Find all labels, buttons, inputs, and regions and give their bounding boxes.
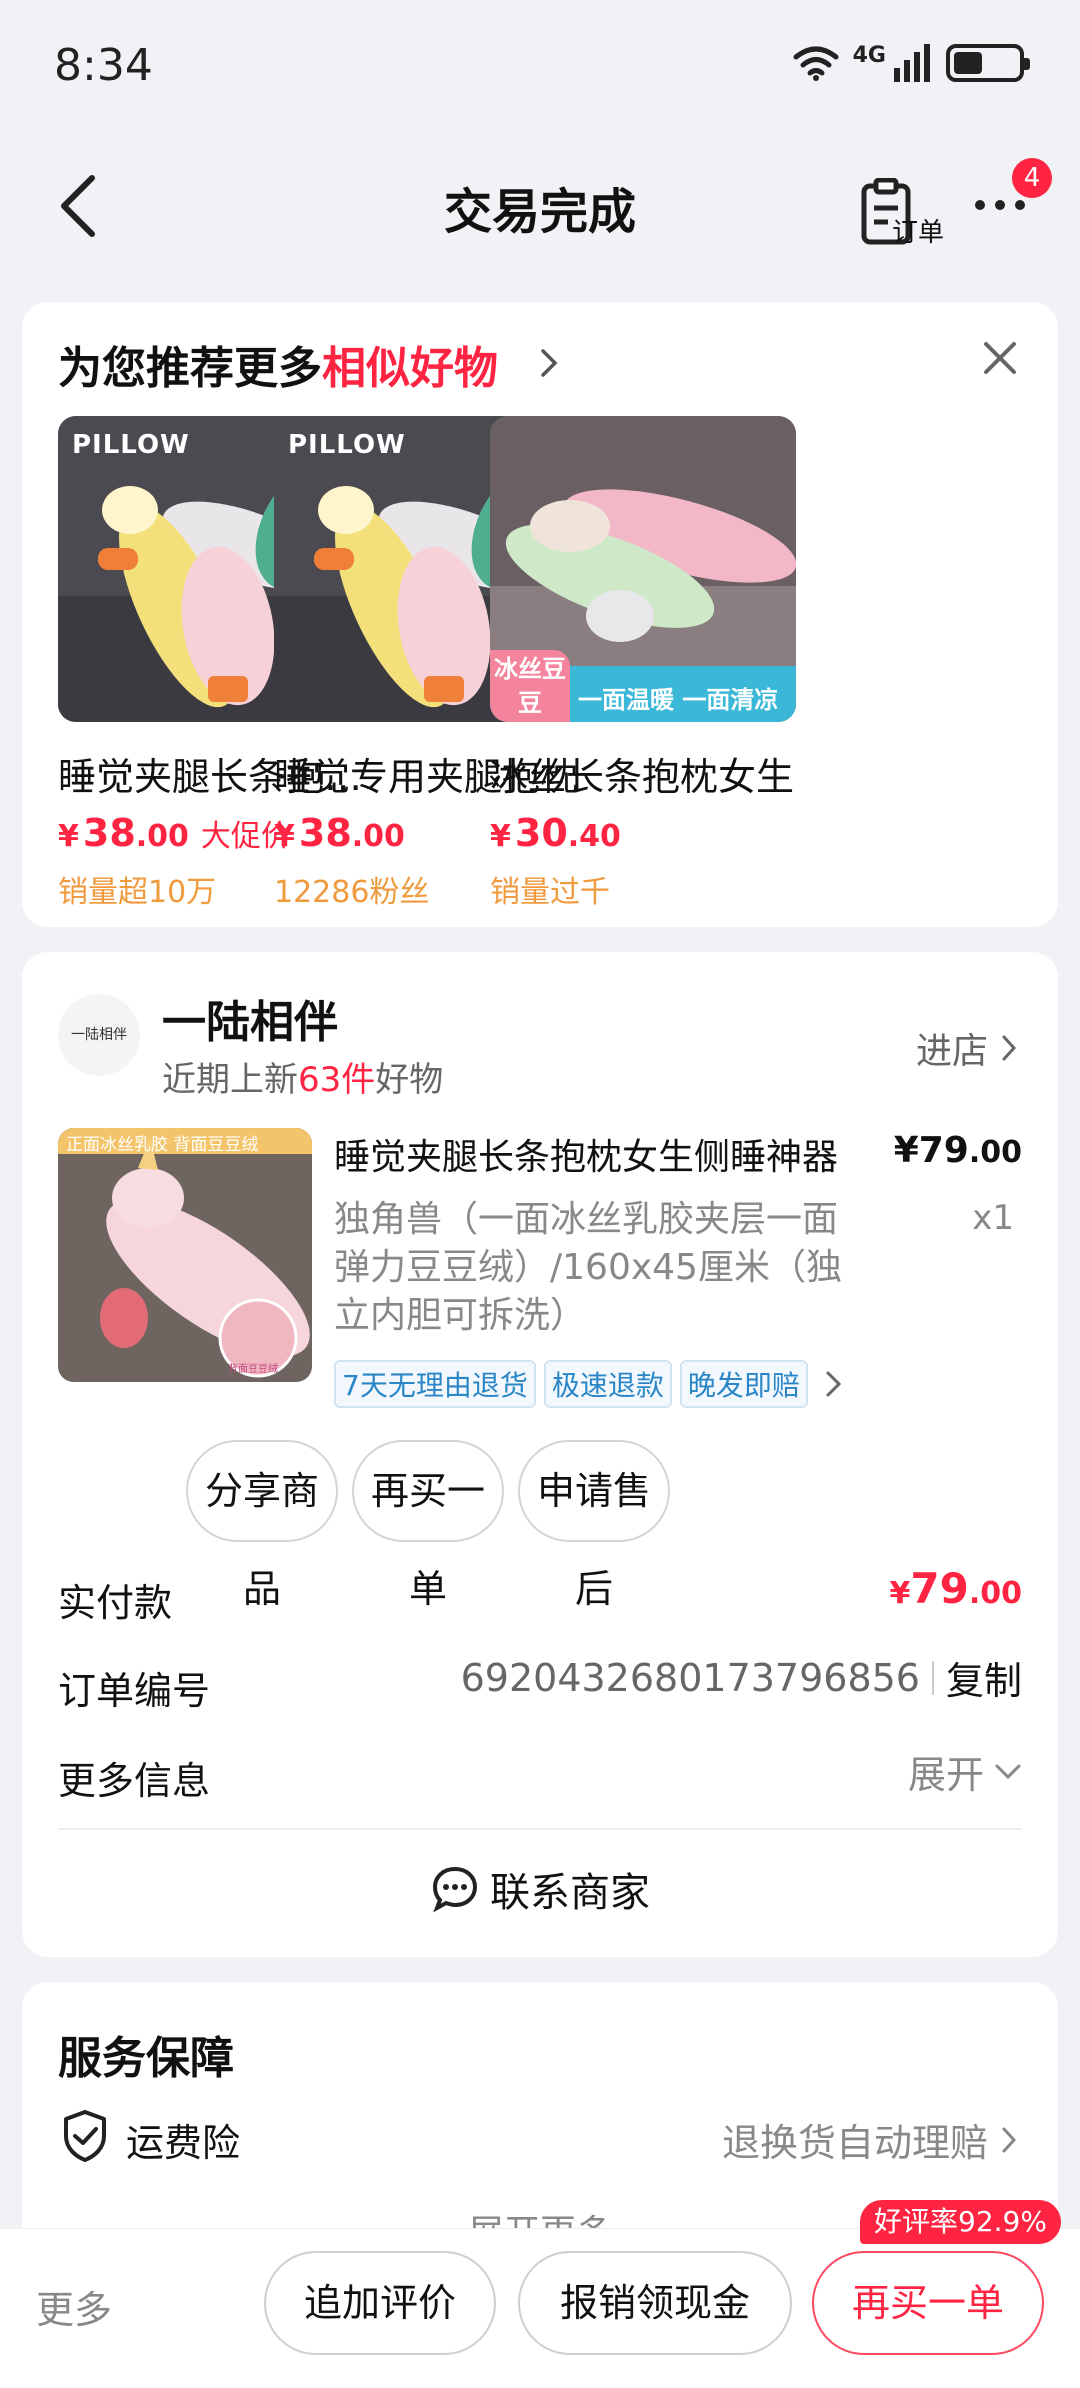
signal-icon — [894, 44, 930, 82]
auto-claim-link[interactable]: 退换货自动理赔 — [722, 2112, 1018, 2167]
chevron-right-icon[interactable] — [538, 346, 560, 380]
image-banner: 冰丝豆豆 一面温暖 一面清凉 — [490, 650, 796, 722]
shop-name[interactable]: 一陆相伴 — [162, 986, 338, 1050]
paid-dec: .00 — [968, 1576, 1022, 1611]
more-button[interactable]: 更多 — [36, 2279, 112, 2334]
recommend-product-3[interactable]: 冰丝豆豆 一面温暖 一面清凉 冰丝长条抱枕女生 ¥30.40 销量过千 — [490, 416, 796, 911]
after-sales-button[interactable]: 申请售后 — [518, 1440, 670, 1611]
chat-icon — [432, 1866, 478, 1913]
shop-sub-prefix: 近期上新 — [162, 1060, 298, 1100]
rating-badge: 好评率92.9% — [860, 2200, 1061, 2244]
enter-shop-button[interactable]: 进店 — [916, 1022, 1018, 1074]
recommend-title-highlight: 相似好物 — [322, 343, 498, 394]
service-title: 服务保障 — [58, 2033, 234, 2084]
image-banner-text: 一面温暖 一面清凉 — [578, 686, 779, 714]
buy-again-bottom-button[interactable]: 再买一单 — [812, 2251, 1044, 2355]
paid-label: 实付款 — [58, 1581, 173, 1625]
wifi-icon — [793, 46, 839, 81]
product-image[interactable]: 冰丝豆豆 一面温暖 一面清凉 — [490, 416, 796, 722]
status-bar: 8:34 4G — [0, 0, 1080, 130]
currency-symbol: ¥ — [274, 819, 295, 854]
shop-subtitle: 近期上新63件好物 — [162, 1052, 443, 1101]
chevron-down-icon — [995, 1764, 1021, 1779]
image-overlay-text: PILLOW — [288, 430, 406, 460]
order-item-spec: 独角兽（一面冰丝乳胶夹层一面弹力豆豆绒）/160x45厘米（独立内胆可拆洗） — [334, 1199, 842, 1336]
price-int: 38 — [82, 811, 136, 855]
image-badge: 冰丝豆豆 — [490, 650, 570, 722]
notification-badge: 4 — [1012, 158, 1052, 198]
product-sales: 销量过千 — [490, 875, 610, 910]
close-icon[interactable] — [980, 338, 1020, 378]
order-number-label: 订单编号 — [58, 1669, 211, 1713]
divider — [58, 1828, 1022, 1830]
price-int: 38 — [298, 811, 352, 855]
recommend-card: 为您推荐更多相似好物 PILLOW 睡觉夹腿长条抱枕女生侧睡神器 ¥38.00大… — [22, 302, 1058, 927]
contact-merchant-label: 联系商家 — [490, 1870, 650, 1916]
order-item-quantity: x1 — [972, 1198, 1014, 1238]
top-nav: 交易完成 订单 4 — [0, 150, 1080, 260]
order-number: 6920432680173796856 — [460, 1655, 920, 1700]
tag-return: 7天无理由退货 — [334, 1360, 536, 1408]
share-product-button[interactable]: 分享商品 — [186, 1440, 338, 1611]
product-price: ¥30.40 — [490, 811, 796, 855]
network-type: 4G — [852, 43, 886, 68]
price-dec: .00 — [135, 819, 189, 854]
order-label[interactable]: 订单 — [892, 212, 944, 249]
expand-label: 展开 — [907, 1753, 984, 1797]
reimburse-cash-button[interactable]: 报销领现金 — [518, 2251, 792, 2355]
status-time: 8:34 — [54, 40, 153, 91]
shipping-insurance-label: 运费险 — [126, 2121, 241, 2165]
order-item-price: ¥79.00 — [894, 1130, 1022, 1171]
item-price-dec: .00 — [968, 1135, 1022, 1170]
order-card: 一陆相伴 一陆相伴 近期上新63件好物 进店 正面冰丝乳胶 背面豆豆绒 背面豆豆… — [22, 952, 1058, 1957]
more-info-label: 更多信息 — [58, 1759, 211, 1803]
order-item-image[interactable]: 正面冰丝乳胶 背面豆豆绒 背面豆豆绒 — [58, 1128, 312, 1382]
paid-int: 79 — [910, 1564, 969, 1613]
shield-check-icon — [64, 2110, 106, 2162]
image-overlay-text: PILLOW — [72, 430, 190, 460]
enter-shop-label: 进店 — [915, 1031, 988, 1072]
price-dec: .00 — [351, 819, 405, 854]
recommend-title-prefix: 为您推荐更多 — [58, 343, 322, 394]
price-int: 30 — [514, 811, 568, 855]
add-review-button[interactable]: 追加评价 — [264, 2251, 496, 2355]
bottom-action-bar: 更多 追加评价 报销领现金 再买一单 — [0, 2228, 1080, 2388]
image-caption-bottom: 背面豆豆绒 — [228, 1364, 278, 1375]
product-name[interactable]: 冰丝长条抱枕女生 — [490, 746, 796, 801]
auto-claim-label: 退换货自动理赔 — [721, 2121, 988, 2165]
shop-sub-count: 63件 — [298, 1060, 376, 1100]
battery-icon — [946, 44, 1030, 82]
item-price-int: ¥79 — [893, 1130, 969, 1171]
chevron-right-icon — [1002, 1035, 1017, 1061]
status-icons: 4G — [793, 43, 1030, 82]
separator — [931, 1660, 934, 1695]
buy-again-button[interactable]: 再买一单 — [352, 1440, 504, 1611]
shop-logo[interactable]: 一陆相伴 — [58, 994, 140, 1076]
chevron-right-icon — [1002, 2127, 1017, 2152]
paid-currency: ¥ — [889, 1576, 911, 1611]
currency-symbol: ¥ — [490, 819, 511, 854]
order-number-row: 6920432680173796856 复制 — [461, 1650, 1022, 1705]
price-dec: .40 — [567, 819, 621, 854]
copy-button[interactable]: 复制 — [946, 1650, 1022, 1705]
unicorn-pillow-illustration — [58, 1128, 312, 1382]
chevron-right-icon — [826, 1371, 841, 1397]
order-item-title[interactable]: 睡觉夹腿长条抱枕女生侧睡神器 — [334, 1128, 874, 1180]
currency-symbol: ¥ — [58, 819, 79, 854]
tag-refund: 极速退款 — [543, 1360, 672, 1408]
recommend-title[interactable]: 为您推荐更多相似好物 — [58, 332, 498, 396]
contact-merchant-button[interactable]: 联系商家 — [22, 1860, 1058, 1918]
expand-button[interactable]: 展开 — [908, 1744, 1022, 1799]
image-caption-top: 正面冰丝乳胶 背面豆豆绒 — [66, 1135, 259, 1155]
service-tags[interactable]: 7天无理由退货 极速退款 晚发即赔 — [334, 1360, 844, 1408]
paid-amount: ¥79.00 — [890, 1564, 1022, 1613]
shop-sub-suffix: 好物 — [375, 1060, 444, 1100]
tag-late-compensation: 晚发即赔 — [679, 1360, 808, 1408]
